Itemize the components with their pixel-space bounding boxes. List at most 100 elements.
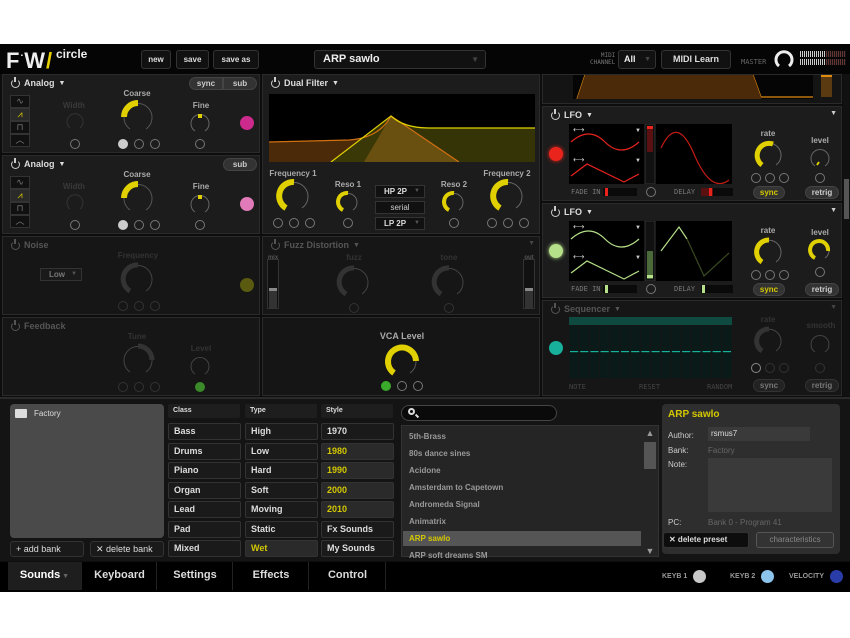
category-filter-lead[interactable]: Lead [168, 501, 241, 518]
mod-slot[interactable] [646, 187, 656, 197]
save-button[interactable]: save [176, 50, 209, 69]
fine-knob[interactable] [189, 193, 211, 215]
fuzz-title[interactable]: Fuzz Distortion ▼ [271, 238, 360, 250]
chevron-down-icon[interactable]: ▼ [830, 207, 837, 214]
mod-slot[interactable] [150, 139, 160, 149]
mod-slot[interactable] [646, 284, 656, 294]
category-filter-drums[interactable]: Drums [168, 442, 241, 460]
mod-slot[interactable] [519, 218, 529, 228]
waveform-sine-button[interactable]: ∿ [10, 95, 30, 108]
mod-slot[interactable] [815, 363, 825, 373]
mod-slot[interactable] [815, 173, 825, 183]
preset-list-item[interactable]: Andromeda Signal [403, 497, 641, 512]
lfo1-title[interactable]: LFO ▼ [551, 108, 593, 120]
preset-selector[interactable]: ARP sawlo ▼ [314, 50, 486, 69]
mod-slot[interactable] [815, 267, 825, 277]
power-icon[interactable] [11, 238, 20, 250]
sequencer-title[interactable]: Sequencer ▼ [551, 302, 621, 314]
noise-title[interactable]: Noise [11, 238, 49, 250]
midi-learn-button[interactable]: MIDI Learn [661, 50, 731, 69]
retrig-button[interactable]: retrig [805, 186, 839, 199]
reso-2-knob[interactable] [442, 190, 465, 213]
lfo2-color-indicator[interactable] [549, 244, 563, 258]
filter-2-type-select[interactable]: LP 2P ▼ [375, 217, 425, 230]
mod-slot[interactable] [195, 220, 205, 230]
mod-slot[interactable] [487, 218, 497, 228]
mod-slot[interactable] [503, 218, 513, 228]
category-filter-2010[interactable]: 2010 [321, 501, 394, 518]
mod-slot[interactable] [779, 270, 789, 280]
coarse-knob[interactable] [121, 100, 155, 134]
category-filter-piano[interactable]: Piano [168, 462, 241, 479]
fuzz-knob[interactable] [336, 265, 371, 299]
bank-item[interactable]: Factory [34, 409, 61, 418]
width-knob[interactable] [65, 193, 85, 213]
lfo2-title[interactable]: LFO ▼ [551, 205, 593, 217]
category-filter-1970[interactable]: 1970 [321, 423, 394, 440]
power-icon[interactable] [11, 157, 20, 169]
delay-slider[interactable] [701, 285, 733, 293]
mod-slot[interactable] [779, 363, 789, 373]
category-filter-2000[interactable]: 2000 [321, 481, 394, 499]
mod-slot[interactable] [150, 301, 160, 311]
preset-list-item[interactable]: 5th-Brass [403, 429, 641, 444]
mod-slot[interactable] [195, 139, 205, 149]
power-icon[interactable] [11, 76, 20, 88]
envelope-display[interactable] [573, 75, 813, 99]
preset-list-item[interactable]: ARP soft dreams SM [403, 548, 641, 563]
fade-in-slider[interactable] [603, 285, 637, 293]
category-filter-soft[interactable]: Soft [245, 481, 318, 499]
note-field[interactable] [708, 458, 832, 512]
bank-list[interactable]: Factory [10, 404, 164, 538]
mod-slot-active[interactable] [381, 381, 391, 391]
tab-effects[interactable]: Effects [234, 562, 309, 590]
author-field[interactable]: rsmus7 [708, 427, 810, 441]
preset-list-item[interactable]: Acidone [403, 463, 641, 478]
envelope-level-slider[interactable] [821, 75, 832, 97]
waveform-sine-button[interactable]: ∿ [10, 176, 30, 189]
retrig-button[interactable]: retrig [805, 283, 839, 296]
mod-slot[interactable] [751, 363, 761, 373]
width-knob[interactable] [65, 112, 85, 132]
chevron-down-icon[interactable]: ▼ [60, 573, 69, 580]
mod-slot[interactable] [70, 220, 80, 230]
waveform-square-button[interactable]: ⊓ [10, 202, 30, 215]
chevron-down-icon[interactable]: ▼ [830, 110, 837, 117]
delete-bank-button[interactable]: ✕ delete bank [90, 541, 164, 557]
mod-slot[interactable] [134, 382, 144, 392]
waveform-square-button[interactable]: ⊓ [10, 121, 30, 134]
mod-slot[interactable] [765, 270, 775, 280]
mod-slot-active[interactable] [195, 382, 205, 392]
search-input[interactable] [401, 405, 557, 421]
frequency-1-knob[interactable] [276, 179, 311, 213]
category-filter-fx-sounds[interactable]: Fx Sounds [321, 520, 394, 538]
master-volume-knob[interactable] [774, 50, 794, 70]
power-icon[interactable] [551, 205, 560, 217]
preset-list-item[interactable]: Animatrix [403, 514, 641, 529]
preset-list-item[interactable]: ARP sawlo [403, 531, 641, 546]
mod-slot[interactable] [751, 173, 761, 183]
preset-list[interactable]: 5th-Brass 80s dance sines Acidone Amsterdam… [401, 425, 659, 560]
lfo1-waveform-display[interactable]: ⟷ ▼ ⟷ ▼ [569, 124, 732, 184]
filter-routing-button[interactable]: serial [375, 201, 425, 214]
mod-slot[interactable] [289, 218, 299, 228]
mod-slot[interactable] [343, 218, 353, 228]
lfo1-color-indicator[interactable] [549, 147, 563, 161]
mod-slot[interactable] [765, 363, 775, 373]
filter-1-type-select[interactable]: HP 2P ▼ [375, 185, 425, 198]
sync-button[interactable]: sync [753, 186, 785, 199]
sync-button[interactable]: sync [753, 283, 785, 296]
mod-slot[interactable] [413, 381, 423, 391]
characteristics-button[interactable]: characteristics [756, 532, 834, 548]
mod-slot[interactable] [779, 173, 789, 183]
tab-settings[interactable]: Settings [158, 562, 233, 590]
category-filter-organ[interactable]: Organ [168, 481, 241, 499]
mod-slot[interactable] [349, 303, 359, 313]
add-bank-button[interactable]: + add bank [10, 541, 84, 557]
fine-knob[interactable] [189, 112, 211, 134]
vca-level-knob[interactable] [385, 344, 419, 378]
osc2-color-indicator[interactable] [240, 197, 254, 211]
tab-keyboard[interactable]: Keyboard [83, 562, 157, 590]
tab-control[interactable]: Control [310, 562, 386, 590]
category-filter-static[interactable]: Static [245, 520, 318, 538]
